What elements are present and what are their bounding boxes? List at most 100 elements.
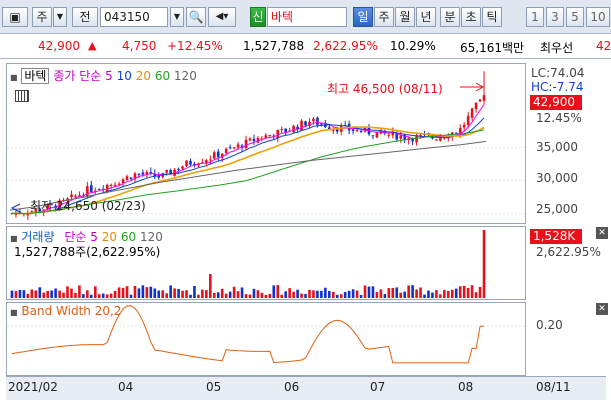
candle-body [248,138,252,141]
candle-body [216,151,220,158]
sound-icon[interactable]: ◀▾ [208,7,236,27]
volume-bar [101,293,105,298]
stock-code-input[interactable]: 043150 [100,7,168,27]
volume-bar [288,288,291,298]
period-month-button[interactable]: 월 [395,7,415,27]
best-bid-label: 최우선 [540,41,574,55]
volume-bar [240,287,244,298]
volume-bar [232,286,236,298]
period-day-button[interactable]: 일 [353,7,373,27]
volume-bar [141,285,145,298]
volume-bar [30,289,34,298]
minute-3-button[interactable]: 3 [546,7,564,27]
candle-body [78,194,81,196]
grid-table-icon[interactable] [15,90,29,102]
y-tick-35000: 35,000 [536,140,578,154]
period-week-button[interactable]: 주 [374,7,394,27]
minute-10-button[interactable]: 10 [586,7,610,27]
period-second-button[interactable]: 초 [461,7,481,27]
search-icon[interactable]: 🔍 [186,7,206,27]
volume-bar [296,289,299,298]
volume-bar [284,291,287,298]
chevron-down-icon[interactable]: ▼ [53,7,67,27]
candle-body [125,176,129,181]
candle-body [351,129,355,131]
candle-body [109,184,113,186]
candle-body [276,129,280,139]
volume-bar [478,287,482,298]
volume-value: 1,527,788 [243,39,305,53]
volume-bar [395,287,399,298]
vol-ma-60: 60 [120,230,137,244]
chart-area[interactable]: ■ 바텍 종가 단순 5 10 20 60 120 최고 46,500 (08/… [0,60,611,400]
candle-body [280,128,284,130]
volume-title: 거래량 [21,230,55,244]
candle-body [209,159,212,161]
candle-body [236,144,240,148]
period-minute-button[interactable]: 분 [440,7,460,27]
period-tick-button[interactable]: 틱 [482,7,502,27]
x-axis: 2021/02 04 05 06 07 08 08/11 [6,376,606,400]
candle-body [105,184,109,192]
volume-bar [256,290,260,298]
ma-20: 20 [135,69,151,83]
volume-bar [450,289,454,298]
close-volume-icon[interactable]: ✕ [596,227,608,239]
volume-ratio-tag: 2,622.95% [536,245,601,259]
up-arrow-icon: ▲ [88,39,97,52]
volume-bar [34,290,38,298]
volume-bar [272,285,276,298]
volume-bar [74,292,77,298]
volume-bar [54,288,57,298]
candle-body [189,160,192,165]
stock-title-box: 바텍 [21,68,50,84]
volume-value-text: 1,527,788주(2,622.95%) [14,245,161,259]
hc-label: HC:-7.74 [531,80,584,94]
volume-bar [70,288,73,298]
volume-bar [300,293,303,298]
volume-bar [312,290,315,298]
volume-ma-label: 단순 [64,230,87,244]
close-bw-icon[interactable]: ✕ [596,303,608,315]
price-change: 4,750 [122,39,157,53]
period-year-button[interactable]: 년 [416,7,436,27]
volume-bar [343,291,347,298]
best-bid-value: 42 [596,39,611,53]
candle-body [474,102,478,110]
candle-body [165,170,168,173]
x-label-04: 04 [118,380,134,394]
candle-body [185,160,188,167]
volume-bar [236,291,240,298]
volume-bar [252,288,256,298]
volume-bar [375,292,379,298]
candle-body [224,148,228,154]
volume-bar [42,292,46,298]
code-dropdown-icon[interactable]: ▼ [170,7,184,27]
volume-bar [403,291,406,298]
candle-body [252,138,256,142]
candle-body [320,123,323,125]
volume-bar [383,294,387,298]
minute-5-button[interactable]: 5 [566,7,584,27]
volume-toggle-icon[interactable]: ■ [10,234,18,243]
volume-bar [443,289,446,298]
panel-toggle-icon[interactable]: ■ [10,73,18,82]
volume-bar [454,288,458,298]
volume-bar [177,289,180,298]
candle-body [359,131,363,133]
bw-toggle-icon[interactable]: ■ [10,308,18,317]
volume-bar [90,294,93,298]
volume-bar [82,294,85,298]
window-menu-icon[interactable]: ▣ [2,7,28,27]
candle-body [316,117,319,125]
candle-body [244,139,248,149]
volume-bar [324,287,327,298]
scope-select[interactable]: 전 [72,7,98,27]
candle-body [129,177,133,180]
candle-body [90,185,93,192]
minute-1-button[interactable]: 1 [526,7,544,27]
candle-body [470,108,474,118]
market-type-select[interactable]: 주 [32,7,52,27]
volume-bar [347,290,351,298]
volume-bar [268,294,272,298]
